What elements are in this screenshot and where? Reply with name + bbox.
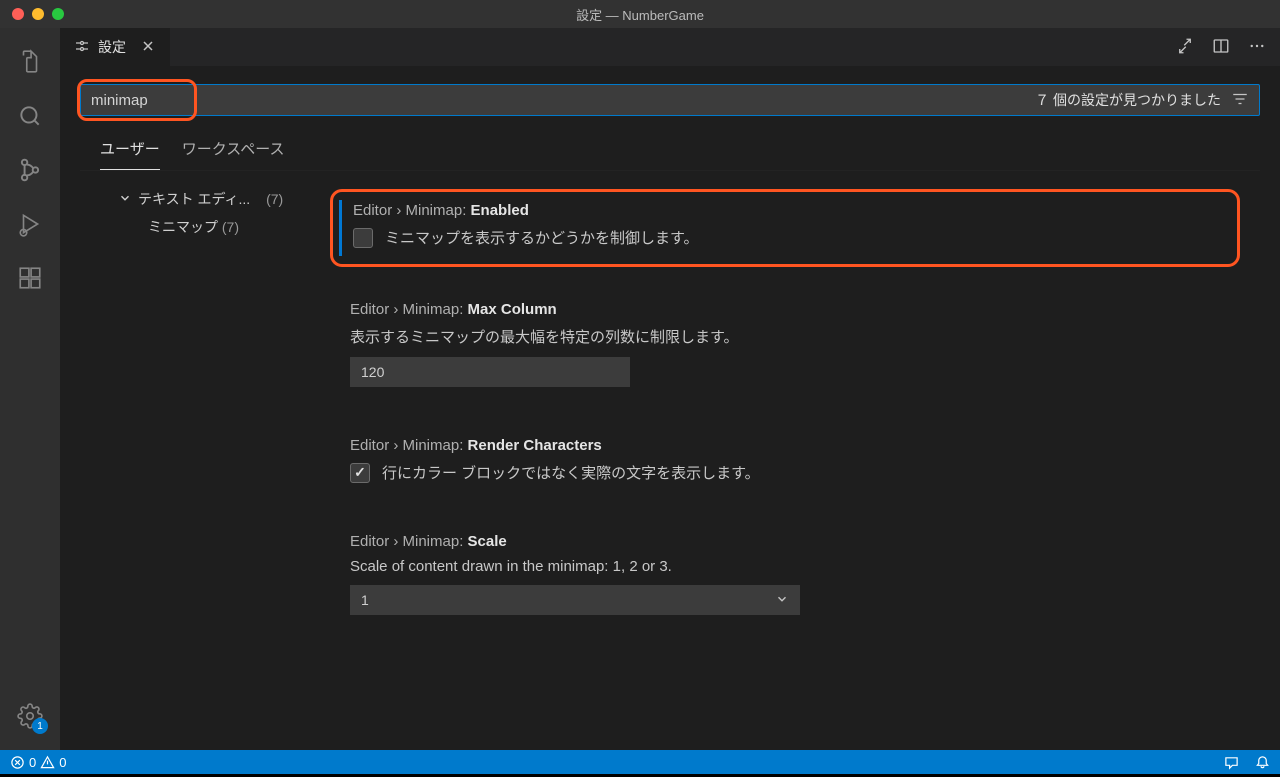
setting-description: Scale of content drawn in the minimap: 1… xyxy=(350,558,1220,575)
toc-item-label: ミニマップ xyxy=(148,219,218,235)
maximize-window-icon[interactable] xyxy=(52,8,64,20)
source-control-icon[interactable] xyxy=(6,146,54,194)
select-minimap-scale[interactable]: 1 xyxy=(350,585,800,615)
minimize-window-icon[interactable] xyxy=(32,8,44,20)
toc-group-label: テキスト エディ... xyxy=(138,189,250,209)
split-editor-icon[interactable] xyxy=(1212,37,1230,58)
activity-bar: 1 xyxy=(0,28,60,750)
checkbox-render-characters[interactable] xyxy=(350,463,370,483)
toc-item-minimap[interactable]: ミニマップ (7) xyxy=(118,217,330,237)
toc-group-count: (7) xyxy=(266,191,283,207)
close-tab-icon[interactable] xyxy=(140,38,156,57)
setting-description: 行にカラー ブロックではなく実際の文字を表示します。 xyxy=(382,462,760,483)
filter-icon[interactable] xyxy=(1231,90,1259,111)
traffic-lights xyxy=(0,8,64,20)
toc-group-text-editor[interactable]: テキスト エディ... (7) xyxy=(118,189,330,209)
tab-settings[interactable]: 設定 xyxy=(60,28,171,66)
setting-title: Editor › Minimap: Enabled xyxy=(353,202,1217,219)
run-debug-icon[interactable] xyxy=(6,200,54,248)
setting-description: 表示するミニマップの最大幅を特定の列数に制限します。 xyxy=(350,326,1220,347)
window-title: 設定 — NumberGame xyxy=(576,5,704,24)
settings-search-box[interactable]: ７ 個の設定が見つかりました xyxy=(80,84,1260,116)
input-minimap-max-column[interactable] xyxy=(350,357,630,387)
scope-tabs: ユーザー ワークスペース xyxy=(80,138,1260,171)
status-bar: 0 0 xyxy=(0,750,1280,774)
status-notifications-icon[interactable] xyxy=(1255,755,1270,770)
select-value: 1 xyxy=(361,592,369,608)
setting-minimap-enabled: Editor › Minimap: Enabled ミニマップを表示するかどうか… xyxy=(330,189,1240,267)
chevron-down-icon xyxy=(775,592,789,609)
warning-count: 0 xyxy=(59,755,66,770)
setting-minimap-scale: Editor › Minimap: Scale Scale of content… xyxy=(330,523,1240,631)
open-changes-icon[interactable] xyxy=(1176,37,1194,58)
setting-minimap-max-column: Editor › Minimap: Max Column 表示するミニマップの最… xyxy=(330,291,1240,403)
close-window-icon[interactable] xyxy=(12,8,24,20)
scope-tab-user[interactable]: ユーザー xyxy=(100,138,160,170)
search-result-count: ７ 個の設定が見つかりました xyxy=(1025,90,1231,110)
settings-gear-icon[interactable]: 1 xyxy=(6,692,54,740)
settings-toc: テキスト エディ... (7) ミニマップ (7) xyxy=(80,189,330,655)
extensions-icon[interactable] xyxy=(6,254,54,302)
more-actions-icon[interactable] xyxy=(1248,37,1266,58)
search-input[interactable] xyxy=(81,92,341,109)
tab-bar: 設定 xyxy=(60,28,1280,66)
error-count: 0 xyxy=(29,755,36,770)
checkbox-minimap-enabled[interactable] xyxy=(353,228,373,248)
setting-description: ミニマップを表示するかどうかを制御します。 xyxy=(385,227,699,248)
titlebar: 設定 — NumberGame xyxy=(0,0,1280,28)
toc-item-count: (7) xyxy=(222,219,239,235)
tab-title: 設定 xyxy=(98,37,126,57)
search-icon[interactable] xyxy=(6,92,54,140)
settings-tab-icon xyxy=(74,38,90,57)
setting-title: Editor › Minimap: Max Column xyxy=(350,301,1220,318)
settings-badge: 1 xyxy=(32,718,48,734)
status-warnings[interactable]: 0 xyxy=(40,755,66,770)
scope-tab-workspace[interactable]: ワークスペース xyxy=(182,138,285,170)
status-errors[interactable]: 0 xyxy=(10,755,36,770)
settings-list: Editor › Minimap: Enabled ミニマップを表示するかどうか… xyxy=(330,189,1260,655)
explorer-icon[interactable] xyxy=(6,38,54,86)
setting-minimap-render-characters: Editor › Minimap: Render Characters 行にカラ… xyxy=(330,427,1240,499)
setting-title: Editor › Minimap: Scale xyxy=(350,533,1220,550)
setting-title: Editor › Minimap: Render Characters xyxy=(350,437,1220,454)
status-feedback-icon[interactable] xyxy=(1224,755,1239,770)
chevron-down-icon xyxy=(118,191,132,208)
